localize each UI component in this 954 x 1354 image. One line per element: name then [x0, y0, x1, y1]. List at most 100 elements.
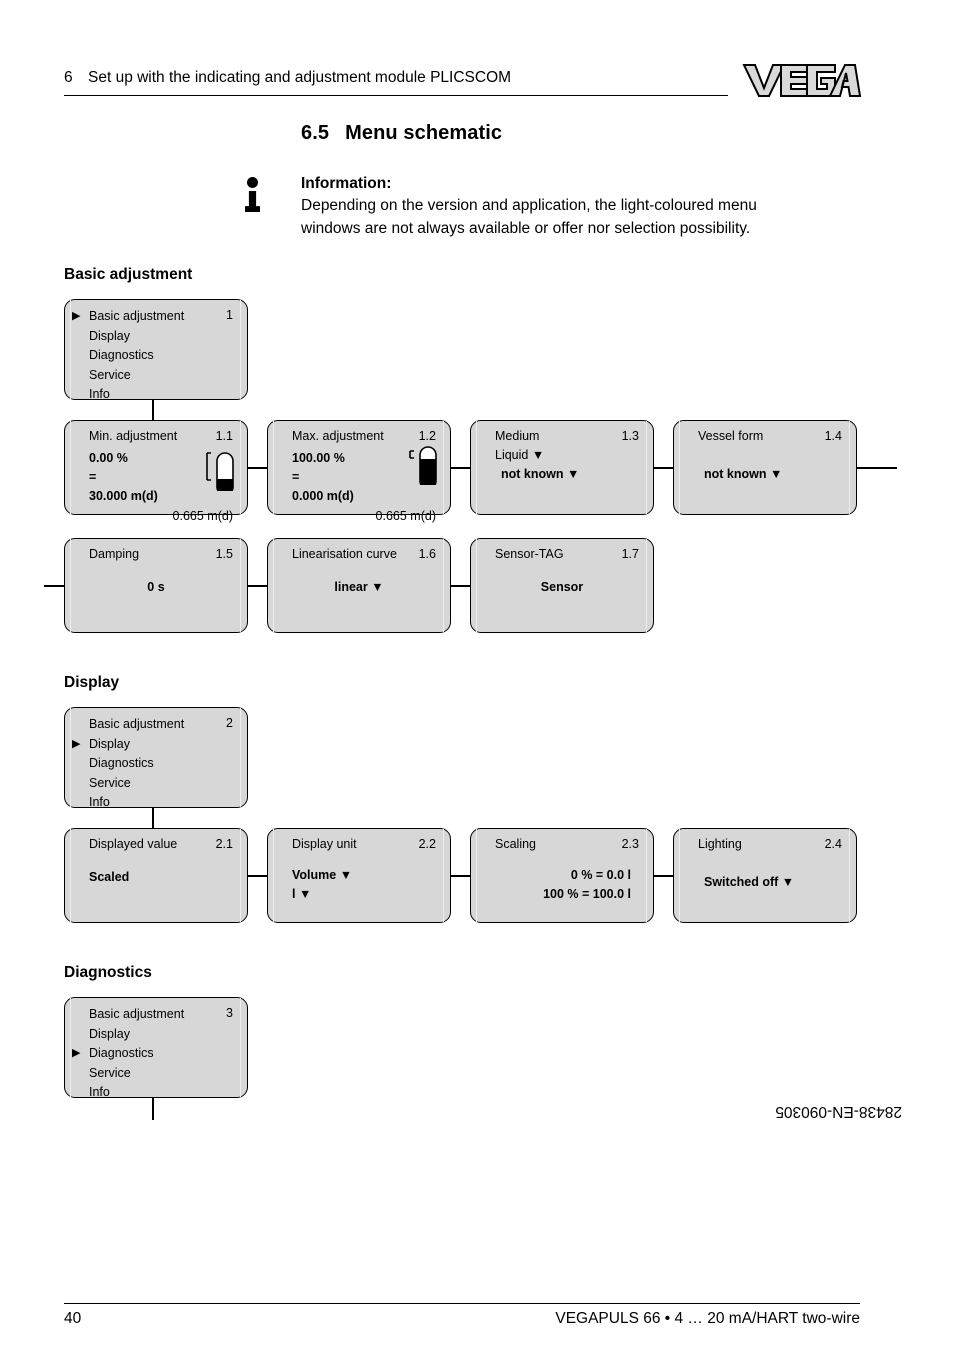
connector-line — [654, 467, 673, 469]
menu-item-list: ▶ Basic adjustment Display Diagnostics S… — [72, 307, 185, 405]
box-title: Max. adjustment — [292, 429, 384, 443]
menu-box-scaling[interactable]: Scaling 2.3 0 % = 0.0 l 100 % = 100.0 l — [470, 828, 654, 923]
menu-item-label: Basic adjustment — [89, 309, 185, 323]
menu-box-basic-adjustment[interactable]: 1 ▶ Basic adjustment Display Diagnostics… — [64, 299, 248, 401]
menu-item-list: Basic adjustment Display ▶ Diagnostics S… — [72, 1005, 184, 1103]
lighting-value[interactable]: Switched off ▼ — [704, 874, 794, 891]
max-adjustment-distance: 0.000 m(d) — [292, 489, 354, 503]
menu-item-display[interactable]: Display — [89, 327, 184, 347]
connector-line — [152, 400, 154, 422]
menu-item-label: Info — [89, 1085, 110, 1099]
chapter-title: Set up with the indicating and adjustmen… — [88, 69, 512, 86]
menu-box-diagnostics-root[interactable]: 3 Basic adjustment Display ▶ Diagnostics… — [64, 997, 248, 1099]
menu-item-label: Basic adjustment — [89, 1007, 185, 1021]
vega-logo-icon — [742, 64, 862, 97]
menu-item-diagnostics[interactable]: ▶ Diagnostics — [72, 1044, 184, 1064]
damping-value[interactable]: 0 s — [65, 579, 247, 596]
box-title: Linearisation curve — [292, 547, 397, 561]
selection-marker-icon: ▶ — [72, 737, 81, 750]
menu-item-service[interactable]: Service — [89, 1064, 184, 1084]
medium-type-value[interactable]: Liquid ▼ — [495, 447, 544, 464]
box-title: Sensor-TAG — [495, 547, 564, 561]
menu-item-label: Service — [89, 1065, 131, 1080]
information-note-line-2: windows are not always available or offe… — [301, 219, 751, 237]
page-header: 6 Set up with the indicating and adjustme… — [64, 68, 728, 98]
scaling-min-value[interactable]: 0 % = 0.0 l — [471, 867, 631, 884]
information-note: Information: Depending on the version an… — [301, 173, 861, 240]
min-adjustment-distance: 30.000 m(d) — [89, 489, 158, 503]
header-divider — [64, 95, 728, 96]
menu-box-number: 1 — [226, 308, 233, 322]
box-number: 2.1 — [215, 837, 233, 851]
box-number: 1.6 — [418, 547, 436, 561]
menu-box-damping[interactable]: Damping 1.5 0 s — [64, 538, 248, 633]
menu-item-info[interactable]: Info — [89, 793, 184, 813]
menu-item-basic-adjustment[interactable]: Basic adjustment — [89, 715, 184, 735]
tank-empty-icon — [206, 452, 234, 491]
box-title: Medium — [495, 429, 540, 443]
box-title: Scaling — [495, 837, 536, 851]
sensor-tag-value[interactable]: Sensor — [471, 579, 653, 596]
scaling-max-value[interactable]: 100 % = 100.0 l — [471, 886, 631, 903]
menu-item-label: Diagnostics — [89, 756, 154, 770]
menu-box-sensor-tag[interactable]: Sensor-TAG 1.7 Sensor — [470, 538, 654, 633]
menu-box-linearisation-curve[interactable]: Linearisation curve 1.6 linear ▼ — [267, 538, 451, 633]
footer-divider — [64, 1303, 860, 1304]
connector-line — [857, 467, 897, 469]
section-title-text: Menu schematic — [345, 122, 503, 144]
menu-item-label: Service — [89, 367, 131, 382]
box-number: 1.3 — [621, 429, 639, 443]
menu-item-info[interactable]: Info — [89, 385, 184, 405]
menu-box-number: 3 — [226, 1006, 233, 1020]
menu-item-list: Basic adjustment ▶ Display Diagnostics S… — [72, 715, 184, 813]
menu-box-display-root[interactable]: 2 Basic adjustment ▶ Display Diagnostics… — [64, 707, 248, 809]
section-number: 6.5 — [301, 122, 330, 144]
vessel-form-value[interactable]: not known ▼ — [704, 466, 782, 483]
box-title: Lighting — [698, 837, 742, 851]
menu-item-label: Info — [89, 387, 110, 401]
menu-box-lighting[interactable]: Lighting 2.4 Switched off ▼ — [673, 828, 857, 923]
menu-item-label: Basic adjustment — [89, 717, 185, 731]
displayed-value-value[interactable]: Scaled — [89, 869, 129, 886]
information-icon-stem — [245, 191, 260, 212]
page-title: 6.5 Menu schematic — [301, 122, 502, 145]
menu-item-diagnostics[interactable]: Diagnostics — [89, 754, 184, 774]
group-heading-display: Display — [64, 674, 120, 691]
linearisation-curve-value[interactable]: linear ▼ — [268, 579, 450, 596]
connector-line — [248, 585, 267, 587]
menu-box-min-adjustment[interactable]: Min. adjustment 1.1 0.00 % = 30.000 m(d)… — [64, 420, 248, 523]
connector-line — [248, 467, 267, 469]
connector-line — [654, 875, 673, 877]
menu-box-display-unit[interactable]: Display unit 2.2 Volume ▼ l ▼ — [267, 828, 451, 923]
selection-marker-icon: ▶ — [72, 310, 81, 322]
menu-box-max-adjustment[interactable]: Max. adjustment 1.2 100.00 % = 0.000 m(d… — [267, 420, 451, 523]
menu-box-displayed-value[interactable]: Displayed value 2.1 Scaled — [64, 828, 248, 923]
information-icon-dot — [247, 177, 258, 188]
display-unit-type-value[interactable]: Volume ▼ — [292, 867, 352, 884]
menu-item-service[interactable]: Service — [89, 774, 184, 794]
menu-item-basic-adjustment[interactable]: ▶ Basic adjustment — [72, 307, 185, 327]
menu-item-label: Display — [89, 1026, 130, 1041]
menu-box-medium[interactable]: Medium 1.3 Liquid ▼ not known ▼ — [470, 420, 654, 515]
group-heading-basic-adjustment: Basic adjustment — [64, 266, 193, 283]
box-number: 1.4 — [824, 429, 842, 443]
menu-item-label: Info — [89, 795, 110, 809]
connector-line — [451, 585, 470, 587]
medium-property-value[interactable]: not known ▼ — [501, 466, 579, 483]
box-title: Display unit — [292, 837, 357, 851]
menu-item-service[interactable]: Service — [89, 366, 184, 386]
menu-item-display[interactable]: Display — [89, 1025, 184, 1045]
display-unit-symbol-value[interactable]: l ▼ — [292, 886, 311, 903]
menu-item-display[interactable]: ▶ Display — [72, 735, 184, 755]
menu-item-diagnostics[interactable]: Diagnostics — [89, 346, 184, 366]
menu-item-basic-adjustment[interactable]: Basic adjustment — [89, 1005, 184, 1025]
information-icon — [243, 177, 265, 217]
menu-item-info[interactable]: Info — [89, 1083, 184, 1103]
box-number: 1.7 — [621, 547, 639, 561]
header-title-line: 6 Set up with the indicating and adjustme… — [64, 68, 728, 88]
connector-line — [152, 1098, 154, 1120]
box-number: 2.4 — [824, 837, 842, 851]
menu-box-vessel-form[interactable]: Vessel form 1.4 not known ▼ — [673, 420, 857, 515]
document-id: 28438-EN-090305 — [775, 1103, 902, 1120]
menu-item-label: Diagnostics — [89, 348, 154, 362]
